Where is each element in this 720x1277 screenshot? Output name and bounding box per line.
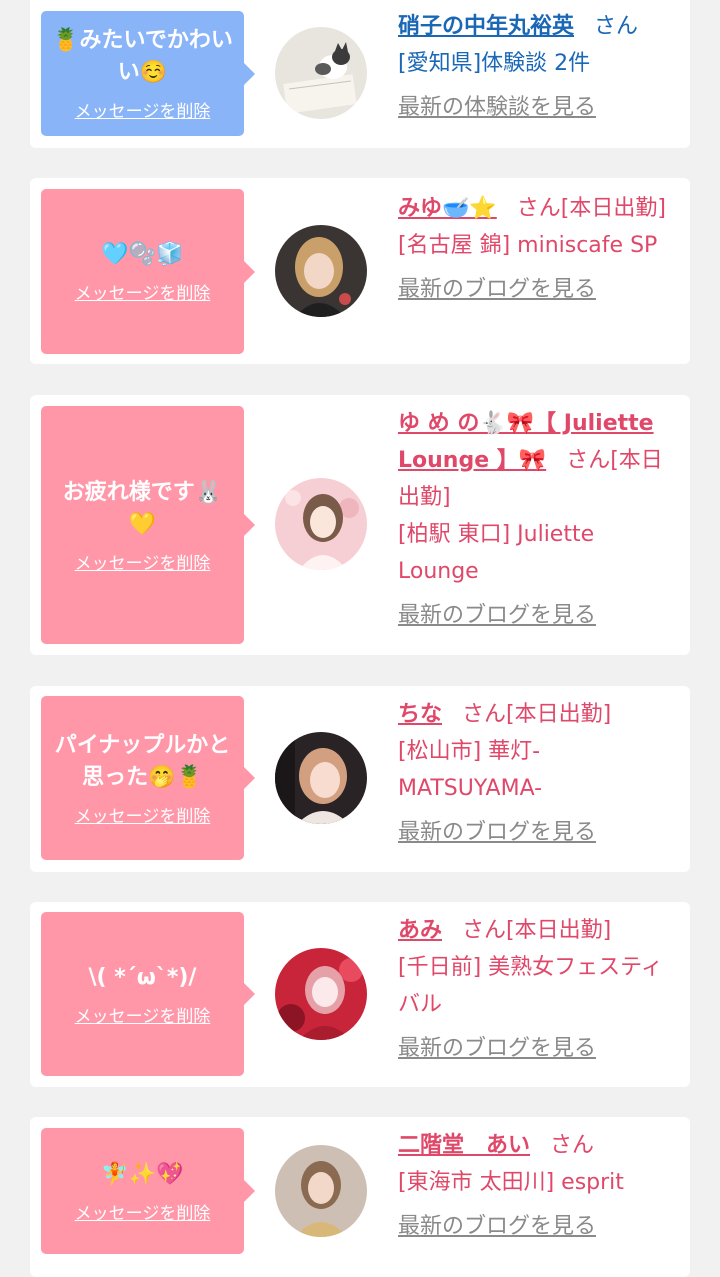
name-suffix: さん: [594, 14, 639, 39]
location-text: [名古屋 錦] miniscafe SP: [398, 233, 658, 258]
location-text: [愛知県]体験談 2件: [398, 51, 591, 76]
message-bubble: 🧚✨💖 メッセージを削除: [41, 1128, 255, 1254]
location-text: [千日前] 美熟女フェスティバル: [398, 955, 663, 1017]
profile-name-link[interactable]: 二階堂 あい: [398, 1133, 530, 1158]
profile-name-link[interactable]: みゆ🥣⭐️: [398, 196, 497, 221]
delete-message-link[interactable]: メッセージを削除: [75, 97, 211, 122]
message-bubble: パイナップルかと思った🤭🍍 メッセージを削除: [41, 696, 255, 860]
message-bubble: \( *´ω`*)/ メッセージを削除: [41, 912, 255, 1076]
avatar[interactable]: [275, 1145, 367, 1237]
avatar[interactable]: [275, 948, 367, 1040]
name-suffix: さん[本日出勤]: [462, 702, 612, 727]
profile-name-link[interactable]: あみ: [398, 918, 442, 943]
name-suffix: さん[本日出勤]: [462, 918, 612, 943]
delete-message-link[interactable]: メッセージを削除: [75, 1002, 211, 1027]
message-text: お疲れ様です🐰💛: [62, 479, 223, 537]
delete-message-link[interactable]: メッセージを削除: [75, 279, 211, 304]
latest-link[interactable]: 最新のブログを見る: [398, 597, 678, 634]
delete-message-link[interactable]: メッセージを削除: [75, 549, 211, 574]
avatar[interactable]: [275, 225, 367, 317]
message-card: \( *´ω`*)/ メッセージを削除 あみ さん[本日出勤] [千日前] 美熟女…: [30, 902, 690, 1087]
profile-info: あみ さん[本日出勤] [千日前] 美熟女フェスティバル 最新のブログを見る: [398, 912, 678, 1067]
girl-photo-icon: [275, 478, 367, 570]
girl-photo-icon: [275, 948, 367, 1040]
message-card: お疲れ様です🐰💛 メッセージを削除 ゆ め の🐇🎀【 Juliette Loun…: [30, 395, 690, 655]
latest-link[interactable]: 最新のブログを見る: [398, 271, 678, 308]
delete-message-link[interactable]: メッセージを削除: [75, 1199, 211, 1224]
latest-link[interactable]: 最新の体験談を見る: [398, 89, 678, 126]
name-suffix: さん[本日出勤]: [516, 196, 666, 221]
profile-info: みゆ🥣⭐️ さん[本日出勤] [名古屋 錦] miniscafe SP 最新のブロ…: [398, 190, 678, 308]
message-card: 🧚✨💖 メッセージを削除 二階堂 あい さん [東海市 太田川] esprit 最…: [30, 1117, 690, 1277]
message-bubble: 🍍みたいでかわいい☺️ メッセージを削除: [41, 11, 255, 136]
message-card: 🩵🫧🧊 メッセージを削除 みゆ🥣⭐️ さん[本日出勤] [名古屋 錦] minis…: [30, 178, 690, 364]
profile-info: ちな さん[本日出勤] [松山市] 華灯-MATSUYAMA- 最新のブログを見る: [398, 696, 678, 851]
profile-name-link[interactable]: ちな: [398, 702, 442, 727]
message-bubble: 🩵🫧🧊 メッセージを削除: [41, 189, 255, 354]
profile-name-link[interactable]: 硝子の中年丸裕英: [398, 14, 574, 39]
avatar[interactable]: [275, 732, 367, 824]
message-text: 🍍みたいでかわいい☺️: [52, 28, 233, 85]
delete-message-link[interactable]: メッセージを削除: [75, 802, 211, 827]
message-list: 🍍みたいでかわいい☺️ メッセージを削除 硝子の中年丸裕英 さん [愛知県]体験談…: [0, 0, 720, 1277]
latest-link[interactable]: 最新のブログを見る: [398, 814, 678, 851]
message-text: パイナップルかと思った🤭🍍: [54, 732, 231, 790]
girl-photo-icon: [275, 732, 367, 824]
message-bubble: お疲れ様です🐰💛 メッセージを削除: [41, 406, 255, 644]
latest-link[interactable]: 最新のブログを見る: [398, 1208, 678, 1245]
message-text: 🧚✨💖: [101, 1161, 184, 1187]
cat-notebook-photo-icon: [275, 27, 367, 119]
latest-link[interactable]: 最新のブログを見る: [398, 1030, 678, 1067]
message-text: \( *´ω`*)/: [88, 964, 197, 990]
profile-info: 硝子の中年丸裕英 さん [愛知県]体験談 2件 最新の体験談を見る: [398, 8, 678, 126]
message-card: 🍍みたいでかわいい☺️ メッセージを削除 硝子の中年丸裕英 さん [愛知県]体験談…: [30, 0, 690, 148]
name-suffix: さん: [550, 1133, 595, 1158]
location-text: [東海市 太田川] esprit: [398, 1170, 624, 1195]
location-text: [柏駅 東口] Juliette Lounge: [398, 522, 595, 584]
avatar[interactable]: [275, 478, 367, 570]
message-text: 🩵🫧🧊: [101, 242, 184, 267]
message-card: パイナップルかと思った🤭🍍 メッセージを削除 ちな さん[本日出勤] [松山市] …: [30, 686, 690, 872]
location-text: [松山市] 華灯-MATSUYAMA-: [398, 739, 543, 801]
profile-info: ゆ め の🐇🎀【 Juliette Lounge 】🎀 さん[本日出勤] [柏駅 …: [398, 405, 678, 634]
girl-photo-icon: [275, 225, 367, 317]
avatar[interactable]: [275, 27, 367, 119]
profile-info: 二階堂 あい さん [東海市 太田川] esprit 最新のブログを見る: [398, 1127, 678, 1245]
girl-photo-icon: [275, 1145, 367, 1237]
